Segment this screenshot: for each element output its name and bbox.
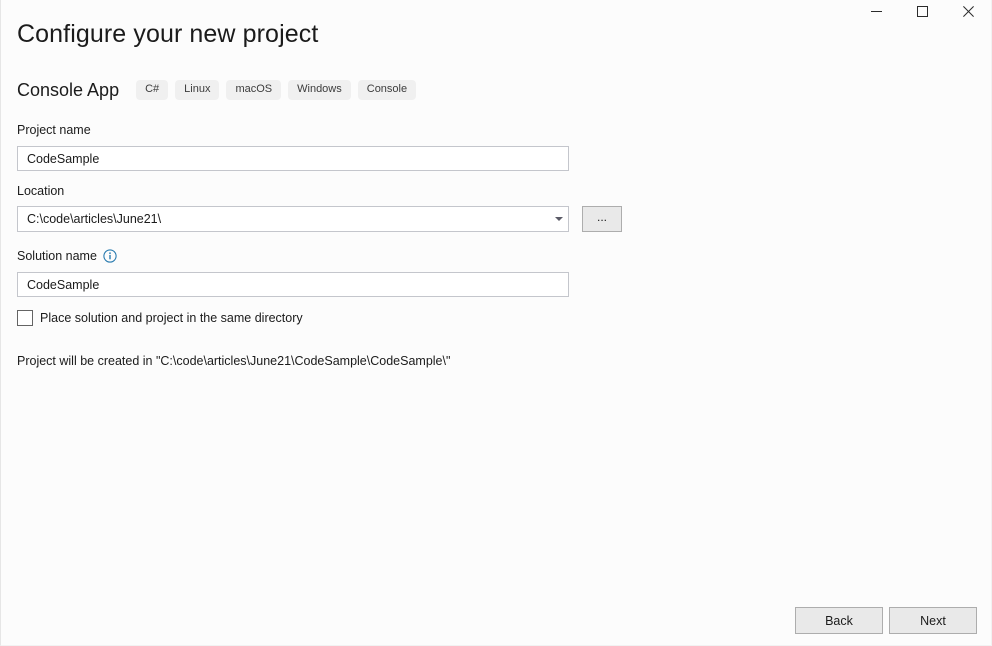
solution-name-label: Solution name [17, 249, 97, 263]
template-tag-windows: Windows [288, 80, 351, 100]
page-title: Configure your new project [17, 20, 319, 48]
same-directory-label: Place solution and project in the same d… [40, 311, 303, 325]
minimize-icon [870, 10, 882, 12]
location-value: C:\code\articles\June21\ [27, 212, 162, 226]
project-name-label: Project name [17, 123, 91, 137]
solution-name-label-group: Solution name [17, 249, 117, 263]
close-icon [962, 5, 974, 17]
close-window-button[interactable] [945, 0, 991, 22]
same-directory-checkbox[interactable] [17, 310, 33, 326]
location-combobox[interactable]: C:\code\articles\June21\ [17, 206, 569, 232]
template-tag-macos: macOS [226, 80, 282, 100]
configure-project-dialog: Configure your new project Console App C… [0, 0, 992, 646]
location-label: Location [17, 184, 65, 198]
minimize-window-button[interactable] [853, 0, 899, 22]
template-tag-linux: Linux [175, 80, 220, 100]
info-icon[interactable] [103, 249, 117, 263]
next-button[interactable]: Next [889, 607, 977, 634]
chevron-down-icon[interactable] [550, 207, 568, 231]
maximize-window-button[interactable] [899, 0, 945, 22]
creation-path-status: Project will be created in "C:\code\arti… [17, 354, 451, 368]
caret-shape [555, 217, 563, 221]
solution-name-input[interactable] [17, 272, 569, 297]
window-title-bar [1, 0, 991, 22]
browse-location-button[interactable]: ... [582, 206, 622, 232]
template-tag-language: C# [136, 80, 169, 100]
template-summary: Console App C# Linux macOS Windows Conso… [17, 78, 423, 102]
template-name: Console App [17, 79, 120, 100]
back-button[interactable]: Back [795, 607, 883, 634]
same-directory-checkbox-row[interactable]: Place solution and project in the same d… [17, 310, 303, 326]
dialog-footer: Back Next [795, 607, 977, 634]
template-tag-console: Console [357, 80, 417, 100]
project-name-input[interactable] [17, 146, 569, 171]
maximize-icon [916, 5, 928, 17]
